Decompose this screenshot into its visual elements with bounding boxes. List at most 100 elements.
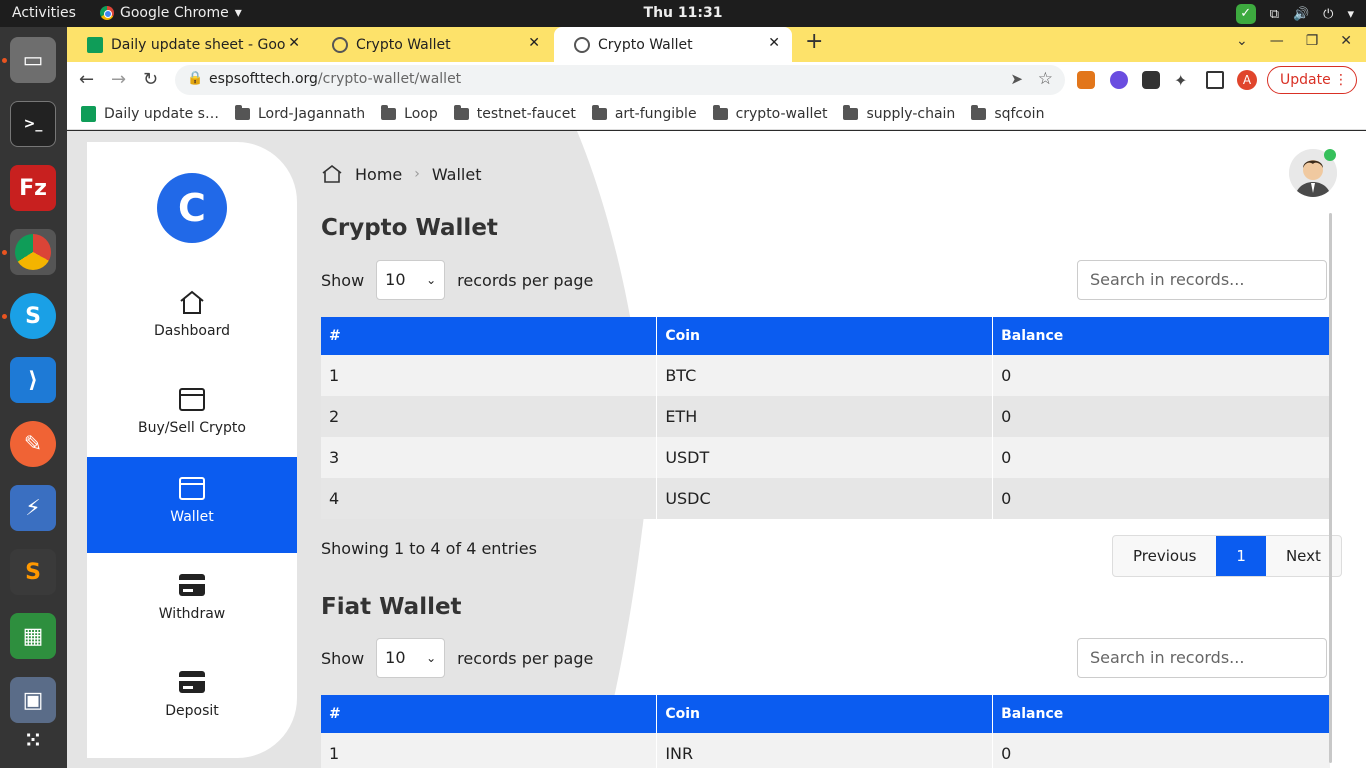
bookmark-label: supply-chain: [866, 105, 956, 122]
tab-search-icon[interactable]: ⌄: [1236, 33, 1248, 49]
volume-icon[interactable]: 🔊: [1293, 7, 1309, 22]
lock-icon[interactable]: 🔒: [187, 71, 203, 86]
per-page-label: records per page: [457, 270, 594, 290]
show-label: Show: [321, 270, 365, 290]
nav-deposit[interactable]: Deposit: [87, 651, 297, 747]
page-size-value: 10: [385, 270, 406, 289]
spreadsheet-icon[interactable]: ▦: [10, 613, 56, 659]
network-icon[interactable]: ⧉: [1270, 7, 1279, 22]
vscode-icon[interactable]: ⟩: [10, 357, 56, 403]
bookmark-folder[interactable]: supply-chain: [843, 104, 956, 122]
postman-icon[interactable]: ✎: [10, 421, 56, 467]
bookmark-folder[interactable]: testnet-faucet: [453, 104, 576, 122]
activities-button[interactable]: Activities: [12, 5, 76, 21]
puzzle-icon[interactable]: ✦: [1174, 71, 1192, 90]
bookmark-folder[interactable]: Loop: [381, 104, 438, 122]
filezilla-icon[interactable]: Fz: [10, 165, 56, 211]
forward-button[interactable]: →: [111, 69, 126, 90]
close-icon[interactable]: ✕: [528, 35, 540, 51]
table-row[interactable]: 3 USDT 0: [321, 437, 1331, 478]
maximize-button[interactable]: ❐: [1306, 33, 1319, 49]
page-size-value: 10: [385, 648, 406, 667]
breadcrumb-home[interactable]: Home: [355, 165, 402, 184]
nav-buy-sell[interactable]: Buy/Sell Crypto: [87, 368, 297, 464]
home-icon[interactable]: [321, 163, 343, 185]
bookmark-folder[interactable]: art-fungible: [591, 104, 697, 122]
tab-title: Daily update sheet - Goog: [111, 36, 286, 53]
table-info: Showing 1 to 4 of 4 entries: [321, 539, 537, 558]
side-panel-icon[interactable]: [1206, 71, 1224, 89]
tab-crypto-wallet[interactable]: Crypto Wallet ✕: [312, 27, 552, 62]
table-cell: 0: [992, 396, 1331, 437]
table-row[interactable]: 2 ETH 0: [321, 396, 1331, 437]
skype-icon[interactable]: S: [10, 293, 56, 339]
nav-dashboard[interactable]: Dashboard: [87, 271, 297, 367]
page-size-select[interactable]: 10 ⌄: [376, 260, 446, 300]
extension-color-icon[interactable]: [1110, 71, 1128, 89]
address-bar[interactable]: 🔒 espsofttech.org/crypto-wallet/wallet ➤…: [175, 65, 1065, 95]
clock[interactable]: Thu 11:31: [644, 5, 723, 21]
sheets-icon: [87, 36, 103, 53]
close-icon[interactable]: ✕: [288, 35, 300, 51]
files-icon[interactable]: ▭: [10, 37, 56, 83]
running-indicator: [2, 58, 7, 63]
chevron-down-icon[interactable]: ▾: [1347, 7, 1354, 22]
menu-dots-icon[interactable]: ⋮: [1334, 67, 1348, 93]
chevron-down-icon: ▾: [234, 5, 242, 21]
metamask-icon[interactable]: [1077, 71, 1095, 89]
column-header[interactable]: Coin: [656, 317, 994, 355]
folder-icon: [234, 104, 250, 120]
power-icon[interactable]: ⏻: [1323, 7, 1333, 22]
column-header[interactable]: Coin: [656, 695, 994, 733]
table-cell: USDC: [656, 478, 994, 519]
network-icon[interactable]: ⚡: [10, 485, 56, 531]
app-menu[interactable]: Google Chrome ▾: [100, 5, 242, 21]
table-row[interactable]: 4 USDC 0: [321, 478, 1331, 519]
table-cell: USDT: [656, 437, 994, 478]
tab-daily-update[interactable]: Daily update sheet - Goog ✕: [67, 27, 312, 62]
system-tray[interactable]: ✓ ⧉ 🔊 ⏻ ▾: [1235, 4, 1354, 24]
back-button[interactable]: ←: [79, 69, 94, 90]
crypto-search-input[interactable]: Search in records...: [1077, 260, 1327, 300]
table-row[interactable]: 1 BTC 0: [321, 355, 1331, 396]
close-window-button[interactable]: ✕: [1340, 33, 1352, 49]
page-1-button[interactable]: 1: [1216, 536, 1266, 576]
scrollbar[interactable]: [1329, 213, 1332, 763]
new-tab-button[interactable]: +: [805, 29, 823, 54]
column-header[interactable]: Balance: [992, 695, 1331, 733]
page-size-select[interactable]: 10 ⌄: [376, 638, 446, 678]
column-header[interactable]: Balance: [992, 317, 1331, 355]
bookmark-daily-update[interactable]: Daily update s…: [81, 105, 219, 122]
terminal-icon[interactable]: >_: [10, 101, 56, 147]
chrome-icon[interactable]: [10, 229, 56, 275]
nav-withdraw[interactable]: Withdraw: [87, 554, 297, 650]
tab-crypto-wallet-active[interactable]: Crypto Wallet ✕: [554, 27, 792, 62]
fiat-search-input[interactable]: Search in records...: [1077, 638, 1327, 678]
update-check-icon[interactable]: ✓: [1235, 4, 1256, 24]
send-icon[interactable]: ➤: [1010, 70, 1023, 88]
table-cell: 0: [992, 437, 1331, 478]
close-icon[interactable]: ✕: [768, 35, 780, 51]
previous-button[interactable]: Previous: [1113, 536, 1216, 576]
table-row[interactable]: 1 INR 0: [321, 733, 1331, 768]
reload-button[interactable]: ↻: [143, 69, 158, 90]
column-header[interactable]: #: [321, 317, 658, 355]
profile-avatar[interactable]: A: [1237, 70, 1257, 90]
tab-strip: Daily update sheet - Goog ✕ Crypto Walle…: [67, 27, 1366, 62]
sheets-icon: [81, 105, 96, 122]
app-logo[interactable]: C: [157, 173, 227, 243]
minimize-button[interactable]: —: [1270, 33, 1284, 49]
bookmarks-bar: Daily update s… Lord-Jagannath Loop test…: [67, 98, 1366, 130]
bookmark-folder[interactable]: sqfcoin: [971, 104, 1044, 122]
column-header[interactable]: #: [321, 695, 658, 733]
tab-title: Crypto Wallet: [598, 36, 693, 53]
bookmark-folder[interactable]: crypto-wallet: [712, 104, 827, 122]
nav-wallet[interactable]: Wallet: [87, 457, 297, 553]
sublime-icon[interactable]: S: [10, 549, 56, 595]
update-button[interactable]: Update ⋮: [1267, 66, 1357, 94]
chevron-down-icon: ⌄: [426, 651, 437, 665]
news-extension-icon[interactable]: [1142, 71, 1160, 89]
app-grid-icon[interactable]: ⁙: [10, 717, 56, 763]
bookmark-folder[interactable]: Lord-Jagannath: [234, 104, 365, 122]
bookmark-star-icon[interactable]: ☆: [1038, 69, 1053, 89]
